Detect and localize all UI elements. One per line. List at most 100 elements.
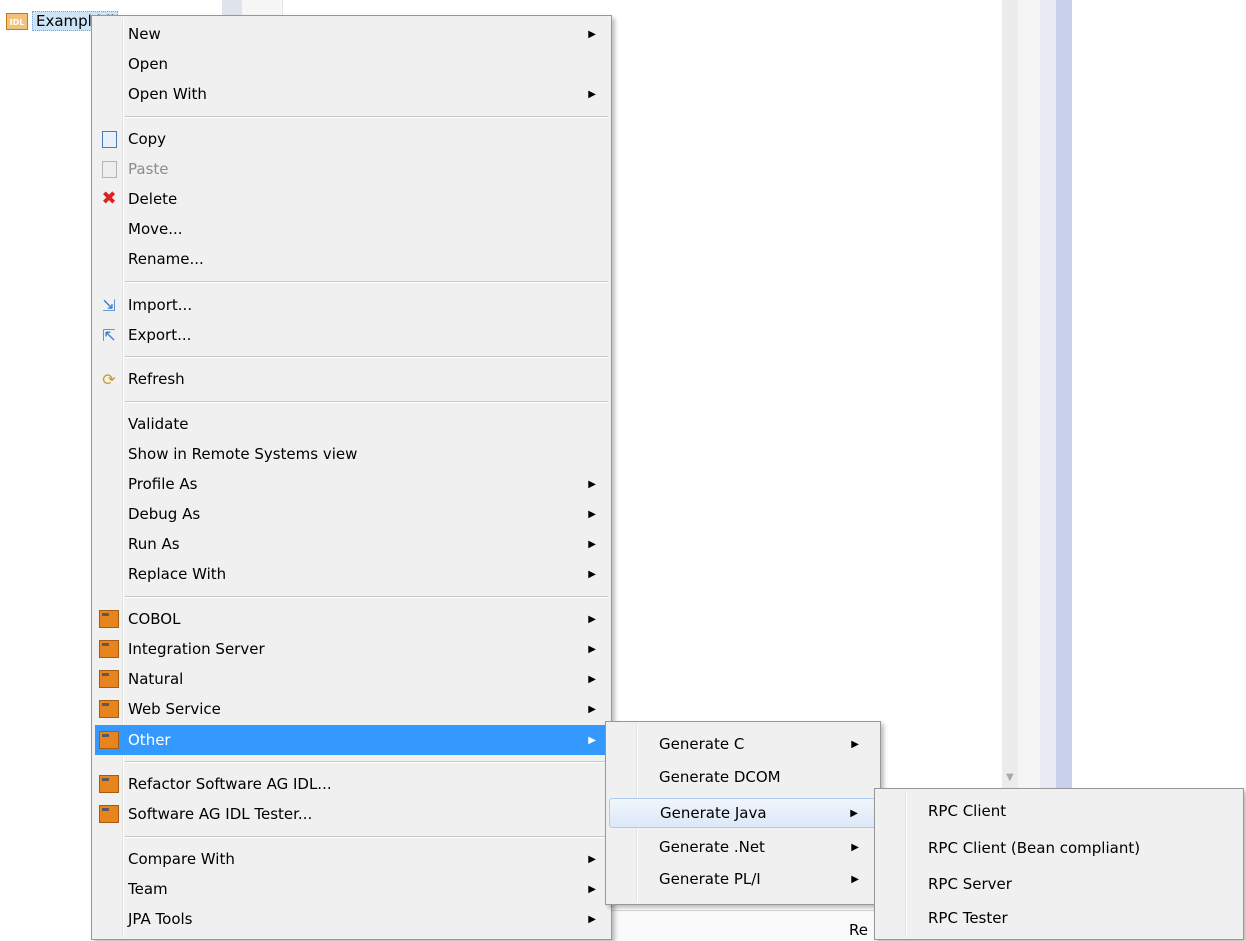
submenu-arrow-icon: ▶ — [588, 508, 596, 520]
cobol-icon — [98, 609, 120, 629]
copy-icon — [98, 129, 120, 149]
menu-item-run-as[interactable]: Run As ▶ — [95, 529, 608, 559]
menu-separator — [125, 836, 608, 838]
menu-item-new[interactable]: New ▶ — [95, 19, 608, 49]
menu-item-generate-dcom[interactable]: Generate DCOM — [609, 762, 877, 792]
submenu-arrow-icon: ▶ — [588, 853, 596, 865]
paste-icon — [98, 159, 120, 179]
menu-item-label: Generate PL/I — [659, 870, 761, 888]
menu-item-label: Generate Java — [660, 804, 767, 822]
other-icon — [98, 730, 120, 750]
menu-item-label: Software AG IDL Tester... — [128, 805, 313, 823]
menu-item-label: Refresh — [128, 370, 185, 388]
vertical-scrollbar[interactable] — [1056, 0, 1072, 790]
menu-separator — [125, 356, 608, 358]
delete-icon: ✖ — [101, 188, 117, 209]
submenu-arrow-icon: ▶ — [588, 883, 596, 895]
menu-item-label: Delete — [128, 190, 178, 208]
menu-item-paste: Paste — [95, 154, 608, 184]
menu-item-team[interactable]: Team ▶ — [95, 874, 608, 904]
submenu-arrow-icon: ▶ — [588, 673, 596, 685]
menu-item-export[interactable]: ⇱ Export... — [95, 320, 608, 350]
menu-separator — [125, 281, 608, 283]
submenu-arrow-icon: ▶ — [851, 873, 859, 885]
menu-item-rpc-server[interactable]: RPC Server — [878, 869, 1240, 899]
menu-item-compare-with[interactable]: Compare With ▶ — [95, 844, 608, 874]
menu-item-open[interactable]: Open — [95, 49, 608, 79]
menu-item-natural[interactable]: Natural ▶ — [95, 664, 608, 694]
submenu-arrow-icon: ▶ — [851, 841, 859, 853]
menu-item-label: Import... — [128, 296, 193, 314]
submenu-arrow-icon: ▶ — [588, 478, 596, 490]
menu-item-label: Other — [128, 731, 171, 749]
menu-item-cobol[interactable]: COBOL ▶ — [95, 604, 608, 634]
menu-separator — [125, 596, 608, 598]
menu-item-validate[interactable]: Validate — [95, 409, 608, 439]
menu-item-rpc-tester[interactable]: RPC Tester — [878, 903, 1240, 933]
menu-item-refresh[interactable]: ⟳ Refresh — [95, 364, 608, 394]
menu-item-label: Refactor Software AG IDL... — [128, 775, 332, 793]
other-submenu: Generate C ▶ Generate DCOM Generate Java… — [605, 721, 881, 905]
bottom-panel-text: Re — [849, 921, 868, 939]
menu-item-show-in-remote-systems[interactable]: Show in Remote Systems view — [95, 439, 608, 469]
menu-item-web-service[interactable]: Web Service ▶ — [95, 694, 608, 724]
menu-item-other[interactable]: Other ▶ — [95, 725, 608, 755]
submenu-arrow-icon: ▶ — [588, 734, 596, 746]
natural-icon — [98, 669, 120, 689]
refresh-icon: ⟳ — [102, 369, 116, 389]
menu-item-label: Web Service — [128, 700, 221, 718]
menu-item-label: Open — [128, 55, 169, 73]
menu-item-label: Team — [128, 880, 168, 898]
export-icon: ⇱ — [102, 325, 116, 345]
menu-item-generate-c[interactable]: Generate C ▶ — [609, 729, 877, 759]
menu-item-label: Generate DCOM — [659, 768, 781, 786]
menu-item-idl-tester[interactable]: Software AG IDL Tester... — [95, 799, 608, 829]
menu-item-generate-pli[interactable]: Generate PL/I ▶ — [609, 864, 877, 894]
menu-item-label: Export... — [128, 326, 192, 344]
menu-item-move[interactable]: Move... — [95, 214, 608, 244]
menu-item-import[interactable]: ⇲ Import... — [95, 290, 608, 320]
menu-item-label: Generate C — [659, 735, 745, 753]
menu-item-label: Run As — [128, 535, 180, 553]
menu-item-label: Copy — [128, 130, 167, 148]
menu-item-label: Debug As — [128, 505, 201, 523]
background-panel — [1018, 0, 1040, 790]
web-service-icon — [98, 699, 120, 719]
menu-item-profile-as[interactable]: Profile As ▶ — [95, 469, 608, 499]
menu-item-replace-with[interactable]: Replace With ▶ — [95, 559, 608, 589]
menu-item-rpc-client-bean[interactable]: RPC Client (Bean compliant) — [878, 833, 1240, 863]
menu-item-rename[interactable]: Rename... — [95, 244, 608, 274]
bottom-panel — [610, 910, 880, 941]
menu-item-jpa-tools[interactable]: JPA Tools ▶ — [95, 904, 608, 934]
scroll-down-arrow-icon[interactable]: ▼ — [1006, 772, 1014, 783]
menu-item-label: Compare With — [128, 850, 235, 868]
menu-item-label: RPC Client — [928, 802, 1007, 820]
menu-item-label: Move... — [128, 220, 183, 238]
submenu-arrow-icon: ▶ — [588, 538, 596, 550]
menu-item-delete[interactable]: ✖ Delete — [95, 184, 608, 214]
menu-item-label: RPC Tester — [928, 909, 1008, 927]
submenu-arrow-icon: ▶ — [588, 703, 596, 715]
menu-item-copy[interactable]: Copy — [95, 124, 608, 154]
menu-item-generate-net[interactable]: Generate .Net ▶ — [609, 832, 877, 862]
menu-item-label: Integration Server — [128, 640, 265, 658]
menu-item-debug-as[interactable]: Debug As ▶ — [95, 499, 608, 529]
menu-item-open-with[interactable]: Open With ▶ — [95, 79, 608, 109]
menu-item-generate-java[interactable]: Generate Java ▶ — [609, 798, 877, 828]
menu-item-label: Show in Remote Systems view — [128, 445, 358, 463]
menu-item-refactor-idl[interactable]: Refactor Software AG IDL... — [95, 769, 608, 799]
menu-item-label: Generate .Net — [659, 838, 765, 856]
menu-item-label: Paste — [128, 160, 169, 178]
menu-item-rpc-client[interactable]: RPC Client — [878, 796, 1240, 826]
menu-item-integration-server[interactable]: Integration Server ▶ — [95, 634, 608, 664]
submenu-arrow-icon: ▶ — [588, 643, 596, 655]
submenu-arrow-icon: ▶ — [850, 807, 858, 819]
background-panel — [1040, 0, 1056, 790]
submenu-arrow-icon: ▶ — [588, 88, 596, 100]
submenu-arrow-icon: ▶ — [588, 613, 596, 625]
menu-separator — [125, 761, 608, 763]
submenu-arrow-icon: ▶ — [588, 568, 596, 580]
menu-item-label: Natural — [128, 670, 184, 688]
integration-server-icon — [98, 639, 120, 659]
menu-item-label: Validate — [128, 415, 189, 433]
